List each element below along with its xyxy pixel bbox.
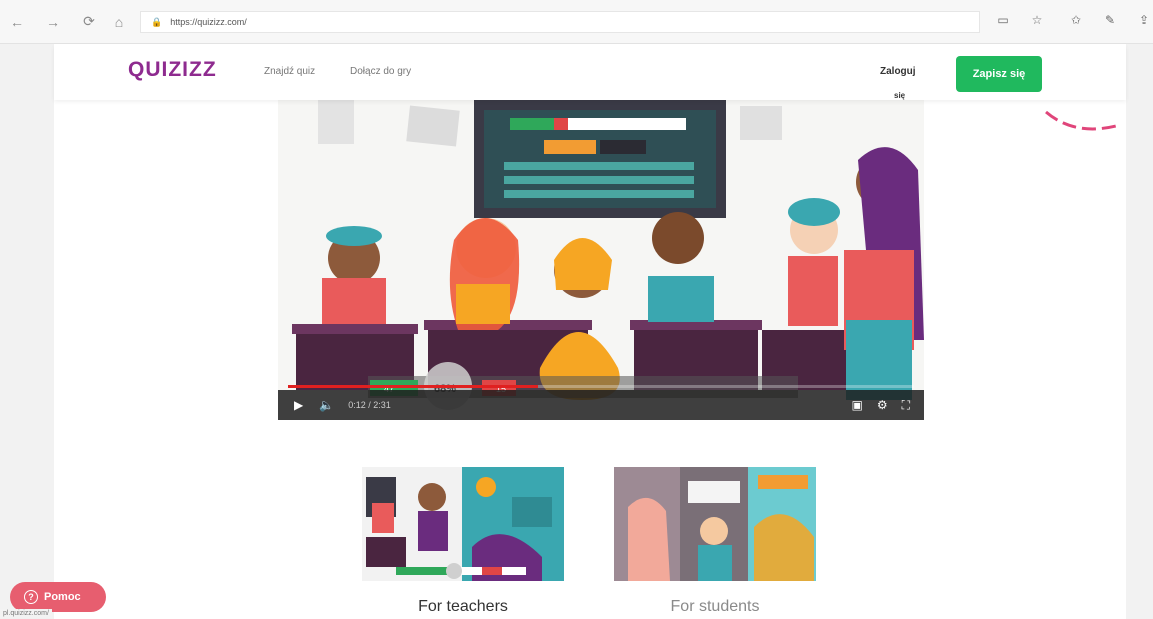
for-students-label[interactable]: For students [614,598,816,616]
home-icon[interactable]: ⌂ [108,11,130,33]
logo-text: QUIZIZZ [128,58,217,81]
fullscreen-icon[interactable]: ⛶ [902,398,910,413]
video-controls: ▶ 🔈 0:12 / 2:31 ▣ ⚙ ⛶ [278,385,924,420]
students-illustration [614,467,816,581]
refresh-icon[interactable]: ⟳ [78,11,100,33]
for-teachers-label[interactable]: For teachers [362,598,564,616]
address-bar[interactable]: 🔒 https://quizizz.com/ [140,11,980,33]
help-button[interactable]: ? Pomoc [10,582,106,612]
decorative-swoosh [1045,110,1117,131]
browser-toolbar: ← → ⟳ ⌂ 🔒 https://quizizz.com/ ▭ ☆ ✩ ✎ ⇪ [0,0,1153,44]
status-bar-url: pl.quizizz.com/ [0,609,52,618]
video-progress-fill [288,385,539,388]
teachers-illustration [362,467,564,581]
address-url[interactable]: https://quizizz.com/ [170,17,247,27]
help-label: Pomoc [44,591,81,603]
lock-icon: 🔒 [151,16,163,27]
login-link-wrap[interactable]: się [894,91,905,100]
promo-video[interactable]: 47 15 68% ▶ 🔈 0:12 / 2:31 ▣ ⚙ ⛶ [278,100,924,420]
page-content: QUIZIZZ Znajdź quiz Dołącz do gry Zalogu… [54,44,1126,619]
classroom-illustration: 47 15 68% [292,100,924,410]
nav-find-quiz[interactable]: Znajdź quiz [264,66,315,77]
volume-icon[interactable]: 🔈 [319,398,334,412]
reading-view-icon[interactable]: ▭ [995,13,1011,27]
favorite-star-icon[interactable]: ☆ [1029,13,1045,27]
help-question-icon: ? [24,590,38,604]
back-icon[interactable]: ← [6,11,28,33]
signup-button[interactable]: Zapisz się [956,56,1042,92]
video-time: 0:12 / 2:31 [348,400,391,410]
play-icon[interactable]: ▶ [294,398,303,412]
page-scrollbar[interactable] [1126,44,1153,619]
quizizz-logo[interactable]: QUIZIZZ [128,58,217,82]
nav-join-game[interactable]: Dołącz do gry [350,66,411,77]
favorites-icon[interactable]: ✩ [1068,13,1084,27]
captions-icon[interactable]: ▣ [851,398,862,413]
share-icon[interactable]: ⇪ [1136,13,1152,27]
site-header: QUIZIZZ Znajdź quiz Dołącz do gry Zalogu… [54,44,1126,100]
video-progress-bar[interactable] [288,385,914,388]
settings-gear-icon[interactable]: ⚙ [877,398,888,413]
forward-icon[interactable]: → [42,11,64,33]
login-link[interactable]: Zaloguj [880,66,916,77]
teachers-card-image[interactable] [362,467,564,581]
students-card-image[interactable] [614,467,816,581]
pen-icon[interactable]: ✎ [1102,13,1118,27]
